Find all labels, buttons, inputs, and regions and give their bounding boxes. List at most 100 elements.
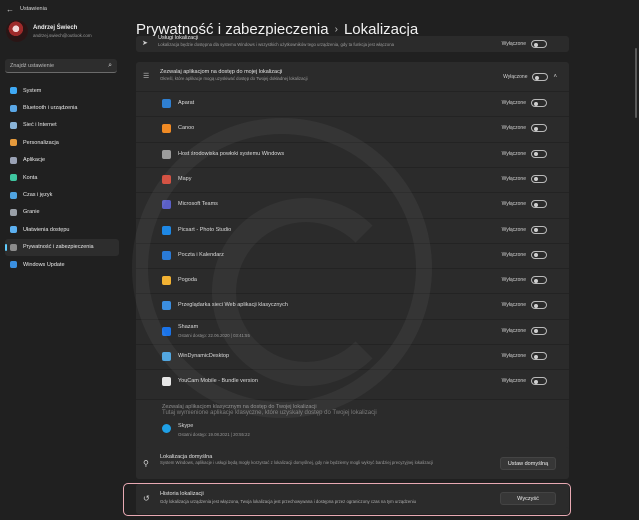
app-toggle-group: Wyłączone [501,124,547,133]
app-icon [162,200,171,210]
divider [136,141,569,143]
sidebar-item-label: Prywatność i zabezpieczenia [23,244,94,251]
app-icon [162,174,171,184]
back-arrow-icon[interactable]: ← [6,5,14,14]
sidebar-item-6[interactable]: Czas i język [5,186,119,203]
sidebar-item-8[interactable]: Ułatwienia dostępu [5,221,119,238]
app-row: YouCam Mobile - Bundle version Wyłączone [136,372,569,392]
app-name: YouCam Mobile - Bundle version [178,378,258,385]
sidebar-item-7[interactable]: Granie [5,204,119,221]
app-toggle-group: Wyłączone [501,377,547,386]
toggle-state-label: Wyłączone [501,353,526,359]
toggle-state-label: Wyłączone [501,175,526,182]
sidebar-nav: System Bluetooth i urządzenia Sieć i Inter… [5,82,119,273]
sidebar-item-0[interactable]: System [5,82,119,99]
user-profile[interactable]: Andrzej Świech andrzej.swiech@outlook.co… [6,20,92,42]
gaming-icon [10,208,17,216]
app-icon [162,352,171,361]
search-placeholder: Znajdź ustawienie [10,62,55,69]
app-toggle[interactable] [531,377,547,386]
location-services-row[interactable]: ➤ Usługi lokalizacji Lokalizacja będzie … [136,35,569,51]
toggle-state-label: Wyłączone [501,41,526,47]
app-name: Microsoft Teams [178,201,218,208]
app-row: Shazam Ostatni dostęp: 22.06.2020 | 03:41… [136,322,569,342]
app-toggle-group: Wyłączone [502,200,547,209]
app-toggle[interactable] [531,352,547,360]
network-icon [10,121,17,129]
app-toggle-group: Wyłączone [501,174,547,183]
app-access-toggle[interactable] [532,73,549,81]
app-row: Host środowiska powłoki systemu Windows W… [136,145,569,165]
classic-app-last-access: Ostatni dostęp: 19.08.2021 | 20:55:22 [178,432,250,437]
bluetooth-icon [10,104,17,112]
breadcrumb-separator: › [334,24,338,35]
sidebar-item-9[interactable]: Prywatność i zabezpieczenia [5,238,119,256]
app-toggle[interactable] [531,301,547,310]
sidebar-item-label: Konta [23,174,38,181]
sidebar-item-3[interactable]: Personalizacja [5,134,119,151]
app-toggle-group: Wyłączone [502,352,547,360]
divider [136,399,569,400]
app-toggle[interactable] [531,200,547,209]
sidebar-item-2[interactable]: Sieć i Internet [5,117,119,134]
location-pin-icon: ⚲ [143,459,149,468]
classic-apps-header: Zezwalaj aplikacjom klasycznym na dostęp… [162,404,377,416]
account-icon [10,174,17,182]
app-toggle[interactable] [531,250,547,259]
accessibility-icon [10,226,17,234]
divider [136,293,569,295]
app-icon [162,99,171,108]
app-toggle[interactable] [531,149,547,158]
sidebar-item-10[interactable]: Windows Update [5,256,119,273]
toggle-state-label: Wyłączone [501,226,526,233]
location-services-subtitle: Lokalizacja będzie dostępna dla systemu … [158,42,394,47]
app-toggle[interactable] [531,326,547,335]
app-toggle[interactable] [531,225,547,234]
window-title: Ustawienia [20,6,47,12]
sidebar-item-label: Windows Update [23,261,65,268]
app-toggle[interactable] [531,174,547,183]
app-toggle-group: Wyłączone [502,99,547,107]
location-services-toggle-group: Wyłączone [502,40,547,48]
app-icon [162,250,171,260]
set-default-button[interactable]: Ustaw domyślną [500,457,556,470]
app-access-toggle-group: Wyłączone ˄ [503,73,557,81]
chevron-up-icon[interactable]: ˄ [553,74,557,80]
app-toggle[interactable] [531,276,547,285]
shield-icon [10,243,17,251]
divider [136,268,569,270]
profile-email: andrzej.swiech@outlook.com [33,32,92,38]
app-toggle[interactable] [531,99,547,107]
app-name: Przeglądarka sieci Web aplikacji klasycz… [178,302,288,309]
toggle-state-label: Wyłączone [501,378,526,385]
scrollbar[interactable] [635,48,637,118]
sidebar-item-5[interactable]: Konta [5,169,119,186]
sidebar-item-label: Aplikacje [23,157,46,164]
sidebar-item-1[interactable]: Bluetooth i urządzenia [5,99,119,116]
app-toggle-group: Wyłączone [502,250,547,259]
app-name: Poczta i Kalendarz [178,251,224,258]
app-icon [162,301,171,311]
skype-icon [162,424,171,433]
sidebar-item-label: Ułatwienia dostępu [23,226,70,233]
toggle-state-label: Wyłączone [501,150,526,157]
app-access-subtitle: Określ, które aplikacje mogą uzyskiwać d… [160,76,308,81]
brush-icon [10,139,17,147]
location-services-toggle[interactable] [531,40,547,48]
sidebar-item-4[interactable]: Aplikacje [5,152,119,169]
search-icon[interactable]: ⌕ [108,62,112,70]
divider [136,217,569,219]
default-location-subtitle: System Windows, aplikacje i usługi będą … [160,460,433,465]
search-input[interactable]: Znajdź ustawienie ⌕ [5,59,117,73]
divider [136,318,569,320]
sidebar-item-label: Personalizacja [23,139,59,146]
toggle-state-label: Wyłączone [501,125,526,132]
app-access-header[interactable]: ☰ Zezwalaj aplikacjom na dostęp do mojej… [136,66,569,88]
app-toggle[interactable] [531,124,547,133]
toggle-state-label: Wyłączone [501,277,526,284]
app-row: Picsart - Photo Studio Wyłączone [136,221,569,241]
title-bar: ← Ustawienia [0,0,639,18]
app-name: Aparat [178,100,195,106]
app-row: WinDynamicDesktop Wyłączone [136,347,569,367]
toggle-state-label: Wyłączone [503,74,528,80]
